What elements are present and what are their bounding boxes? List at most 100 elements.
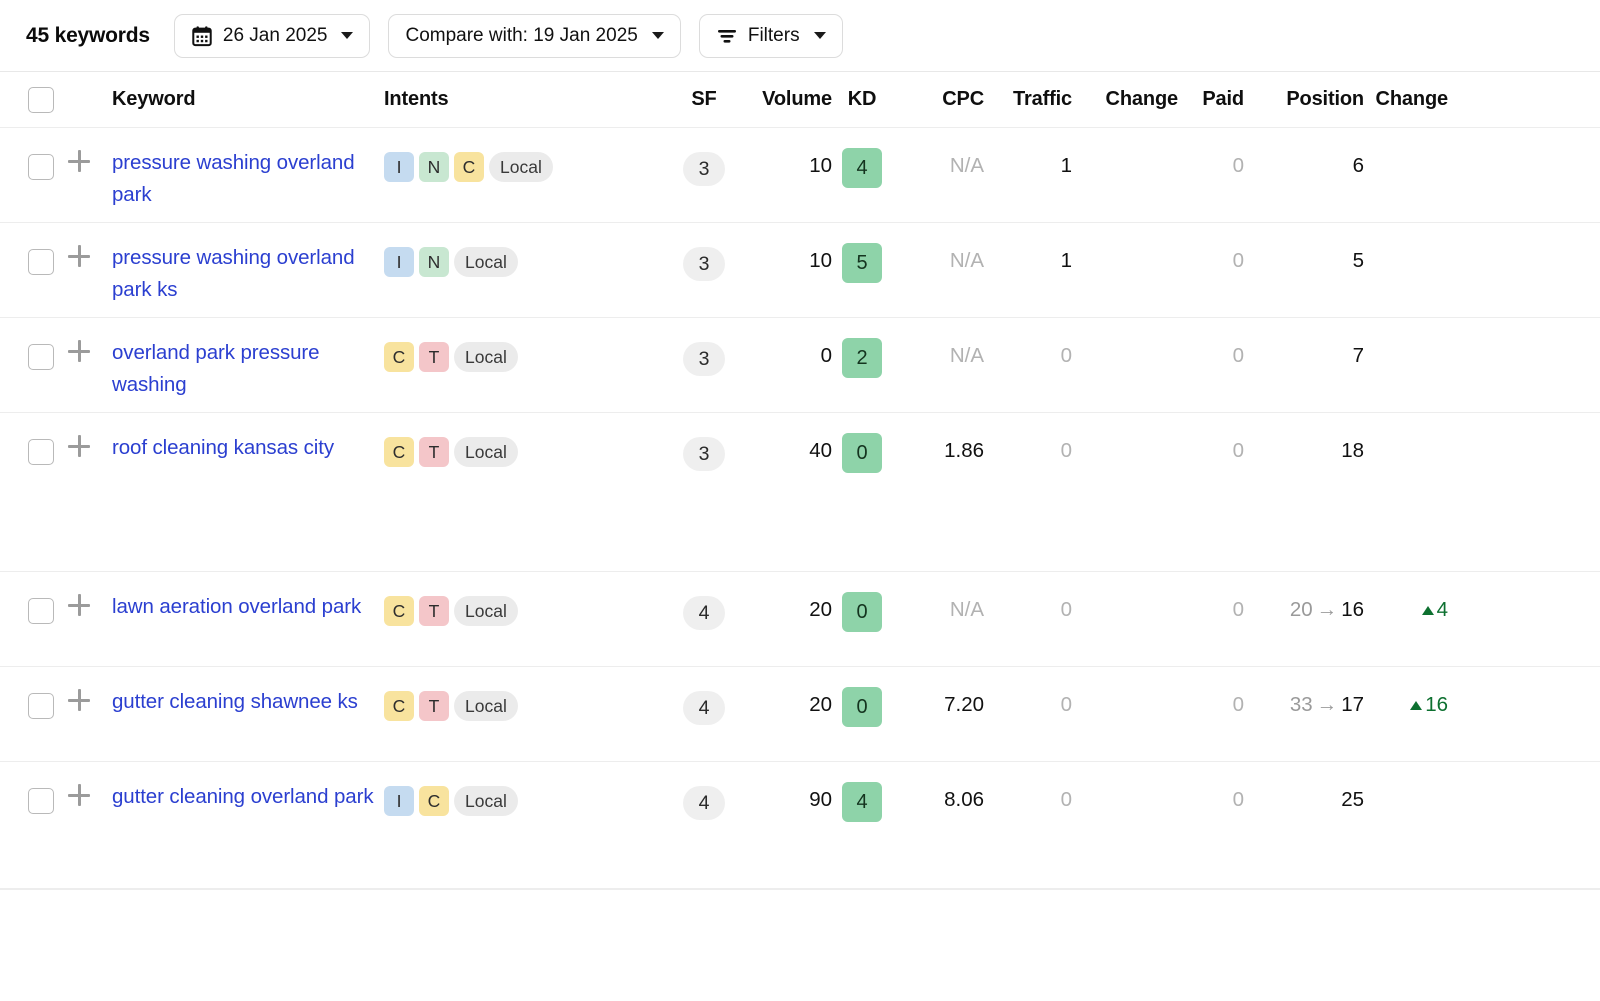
header-kd[interactable]: KD	[832, 88, 892, 111]
traffic-value: 0	[1060, 439, 1072, 462]
keyword-link[interactable]: lawn aeration overland park	[112, 591, 361, 623]
header-intents[interactable]: Intents	[384, 88, 668, 111]
header-volume[interactable]: Volume	[740, 88, 832, 111]
sf-value[interactable]: 4	[683, 596, 725, 630]
keyword-cell: gutter cleaning shawnee ks	[100, 667, 384, 718]
sf-value[interactable]: 4	[683, 786, 725, 820]
row-add-cell	[58, 223, 100, 267]
volume-cell: 40	[740, 413, 832, 463]
table-row: pressure washing overland park I N C Local …	[0, 128, 1600, 223]
intent-badge-c: C	[384, 596, 414, 626]
position-value: 5	[1352, 249, 1364, 272]
row-checkbox[interactable]	[28, 598, 54, 624]
add-keyword-icon[interactable]	[68, 784, 90, 806]
add-keyword-icon[interactable]	[68, 150, 90, 172]
intent-badge-t: T	[419, 342, 449, 372]
paid-cell: 0	[1178, 572, 1244, 622]
header-paid[interactable]: Paid	[1178, 88, 1244, 111]
add-keyword-icon[interactable]	[68, 594, 90, 616]
keyword-link[interactable]: gutter cleaning shawnee ks	[112, 686, 358, 718]
date-picker-button[interactable]: 26 Jan 2025	[173, 13, 371, 58]
cpc-cell: N/A	[892, 572, 984, 622]
intent-badge-c: C	[419, 786, 449, 816]
filter-icon	[716, 26, 738, 46]
header-keyword[interactable]: Keyword	[100, 88, 384, 111]
volume-cell: 0	[740, 318, 832, 368]
sf-value[interactable]: 3	[683, 342, 725, 376]
row-checkbox[interactable]	[28, 249, 54, 275]
kd-cell: 5	[832, 223, 892, 283]
header-position-change-label: Change	[1375, 88, 1449, 110]
traffic-change-cell	[1072, 572, 1178, 598]
row-checkbox[interactable]	[28, 344, 54, 370]
kd-value: 0	[842, 433, 882, 473]
traffic-cell: 1	[984, 223, 1072, 273]
kd-value: 0	[842, 592, 882, 632]
traffic-change-cell	[1072, 762, 1178, 788]
table-row: pressure washing overland park ks I N Loca…	[0, 223, 1600, 318]
intents-cell: C T Local	[384, 318, 668, 372]
compare-date-button[interactable]: Compare with: 19 Jan 2025	[388, 13, 681, 58]
keyword-link[interactable]: overland park pressure washing	[112, 337, 384, 401]
add-keyword-icon[interactable]	[68, 245, 90, 267]
select-all-checkbox[interactable]	[28, 86, 54, 113]
position-value: 7	[1352, 344, 1364, 367]
chevron-down-icon	[341, 32, 354, 39]
row-select-cell	[0, 572, 58, 624]
cpc-cell: N/A	[892, 223, 984, 273]
calendar-icon	[191, 25, 213, 47]
header-position-change[interactable]: Change	[1364, 88, 1484, 111]
cpc-value: N/A	[949, 598, 984, 621]
volume-cell: 10	[740, 223, 832, 273]
row-checkbox[interactable]	[28, 788, 54, 814]
cpc-cell: 8.06	[892, 762, 984, 812]
sf-value[interactable]: 3	[683, 152, 725, 186]
sf-value[interactable]: 3	[683, 247, 725, 281]
paid-value: 0	[1232, 598, 1244, 621]
keyword-link[interactable]: pressure washing overland park ks	[112, 242, 384, 306]
traffic-value: 0	[1060, 788, 1072, 811]
row-checkbox[interactable]	[28, 154, 54, 180]
filters-button[interactable]: Filters	[698, 13, 843, 58]
header-position[interactable]: Position	[1244, 88, 1364, 111]
paid-value: 0	[1232, 154, 1244, 177]
keyword-link[interactable]: gutter cleaning overland park	[112, 781, 374, 813]
sf-value[interactable]: 3	[683, 437, 725, 471]
cpc-value: N/A	[949, 344, 984, 367]
traffic-change-cell	[1072, 223, 1178, 249]
position-change-cell	[1364, 318, 1484, 344]
traffic-cell: 1	[984, 128, 1072, 178]
add-keyword-icon[interactable]	[68, 689, 90, 711]
row-checkbox[interactable]	[28, 693, 54, 719]
add-keyword-icon[interactable]	[68, 435, 90, 457]
table-row: lawn aeration overland park C T Local 4 20…	[0, 572, 1600, 667]
row-add-cell	[58, 572, 100, 616]
keyword-cell: gutter cleaning overland park	[100, 762, 384, 813]
keyword-link[interactable]: pressure washing overland park	[112, 147, 384, 211]
row-select-cell	[0, 128, 58, 180]
volume-value: 20	[809, 598, 832, 621]
intents-cell: I C Local	[384, 762, 668, 816]
paid-value: 0	[1232, 344, 1244, 367]
intent-badge-local: Local	[454, 342, 518, 372]
row-add-cell	[58, 413, 100, 457]
table-row: gutter cleaning overland park I C Local 4 …	[0, 762, 1600, 889]
row-checkbox[interactable]	[28, 439, 54, 465]
header-cpc[interactable]: CPC	[892, 88, 984, 111]
keyword-cell: pressure washing overland park	[100, 128, 384, 211]
table-bottom-divider	[0, 889, 1600, 890]
add-keyword-icon[interactable]	[68, 340, 90, 362]
header-volume-label: Volume	[762, 88, 832, 110]
volume-cell: 20	[740, 572, 832, 622]
header-traffic[interactable]: Traffic	[984, 88, 1072, 111]
intent-badge-i: I	[384, 247, 414, 277]
header-sf[interactable]: SF	[668, 88, 740, 111]
position-cell: 25	[1244, 762, 1364, 812]
header-traffic-change[interactable]: Change	[1072, 88, 1179, 111]
table-row: gutter cleaning shawnee ks C T Local 4 20 …	[0, 667, 1600, 762]
table-header-row: Keyword Intents SF Volume KD CPC Traffic…	[0, 72, 1600, 128]
intents-cell: I N C Local	[384, 128, 668, 182]
volume-cell: 20	[740, 667, 832, 717]
sf-value[interactable]: 4	[683, 691, 725, 725]
keyword-link[interactable]: roof cleaning kansas city	[112, 432, 334, 464]
